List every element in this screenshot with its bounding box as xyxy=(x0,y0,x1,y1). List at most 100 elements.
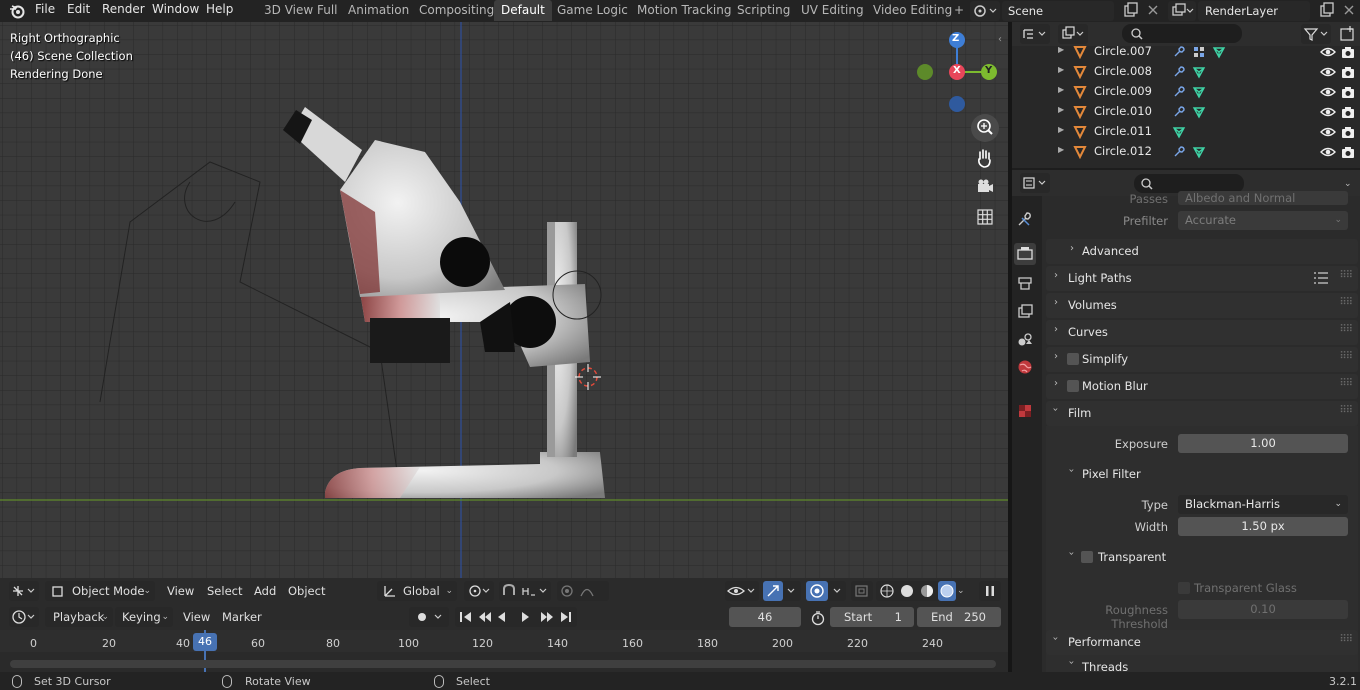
outliner-item-name[interactable]: Circle.007 xyxy=(1094,44,1152,58)
3d-viewport[interactable]: Right Orthographic (46) Scene Collection… xyxy=(0,22,1008,578)
start-frame-field[interactable]: Start 1 xyxy=(830,607,914,627)
display-mode-icon[interactable] xyxy=(1058,24,1088,44)
zoom-icon[interactable] xyxy=(971,114,999,142)
visibility-icon[interactable] xyxy=(725,581,759,601)
filter-type-dropdown[interactable]: Blackman-Harris ⌄ xyxy=(1178,495,1348,514)
film-panel[interactable]: › Film ⠿⠿ xyxy=(1046,401,1358,426)
outliner-search-input[interactable] xyxy=(1122,24,1242,43)
mesh-data-icon[interactable] xyxy=(1192,145,1206,162)
expand-arrow-icon[interactable]: ▶ xyxy=(1058,125,1064,134)
view-layer-tab-icon[interactable] xyxy=(1016,302,1034,320)
end-frame-field[interactable]: End 250 xyxy=(917,607,1001,627)
add-menu[interactable]: Add xyxy=(254,581,276,601)
eye-icon[interactable] xyxy=(1320,85,1336,102)
snap-icon[interactable] xyxy=(499,581,551,601)
eye-icon[interactable] xyxy=(1320,45,1336,62)
volumes-panel[interactable]: › Volumes ⠿⠿ xyxy=(1046,293,1358,318)
editor-type-icon[interactable] xyxy=(9,581,39,601)
modifier-wrench-icon[interactable] xyxy=(1172,85,1186,102)
overlays-toggle-icon[interactable] xyxy=(806,581,846,601)
filter-icon[interactable] xyxy=(1301,24,1331,44)
light-paths-panel[interactable]: › Light Paths ⠿⠿ xyxy=(1046,266,1358,291)
close-view-layer-icon[interactable] xyxy=(1341,1,1357,19)
mesh-data-icon[interactable] xyxy=(1172,125,1186,142)
eye-icon[interactable] xyxy=(1320,125,1336,142)
outliner-item-name[interactable]: Circle.008 xyxy=(1094,64,1152,78)
motion-blur-checkbox[interactable] xyxy=(1067,380,1079,392)
drag-handle-icon[interactable]: ⠿⠿ xyxy=(1339,270,1353,281)
tab-default[interactable]: Default xyxy=(494,0,552,21)
transparent-glass-checkbox[interactable] xyxy=(1178,582,1190,594)
menu-file[interactable]: File xyxy=(35,0,55,22)
modifier-wrench-icon[interactable] xyxy=(1172,65,1186,82)
expand-arrow-icon[interactable]: ▶ xyxy=(1058,65,1064,74)
close-scene-icon[interactable] xyxy=(1145,1,1161,19)
outliner-row[interactable]: ▶ Circle.010 xyxy=(1012,102,1360,122)
outliner-row[interactable]: ▶ Circle.011 xyxy=(1012,122,1360,142)
copy-scene-icon[interactable] xyxy=(1122,1,1140,19)
menu-window[interactable]: Window xyxy=(152,0,199,22)
mesh-data-icon[interactable] xyxy=(1192,105,1206,122)
playback-menu[interactable]: Playback ⌄ xyxy=(45,607,113,627)
outliner-row[interactable]: ▶ Circle.007 xyxy=(1012,42,1360,62)
timeline-scrollbar[interactable] xyxy=(10,660,996,668)
view-layer-field[interactable]: RenderLayer xyxy=(1198,1,1310,21)
drag-handle-icon[interactable]: ⠿⠿ xyxy=(1339,405,1353,416)
modifier-wrench-icon[interactable] xyxy=(1172,45,1186,62)
eye-icon[interactable] xyxy=(1320,105,1336,122)
passes-dropdown[interactable]: Albedo and Normal xyxy=(1178,191,1348,205)
scene-tab-icon[interactable] xyxy=(1016,330,1034,348)
tab-uv-editing[interactable]: UV Editing xyxy=(794,0,871,21)
expand-arrow-icon[interactable]: ▶ xyxy=(1058,145,1064,154)
particles-icon[interactable] xyxy=(1192,45,1206,62)
camera-render-icon[interactable] xyxy=(1341,105,1355,122)
tab-game-logic[interactable]: Game Logic xyxy=(550,0,635,21)
keying-menu[interactable]: Keying ⌄ xyxy=(115,607,173,627)
pan-hand-icon[interactable] xyxy=(975,147,995,169)
drag-handle-icon[interactable]: ⠿⠿ xyxy=(1339,297,1353,308)
outliner-row[interactable]: ▶ Circle.012 xyxy=(1012,142,1360,162)
shading-dropdown-icon[interactable]: ⌄ xyxy=(957,581,965,601)
transparent-checkbox[interactable] xyxy=(1081,551,1093,563)
gizmo-toggle-icon[interactable] xyxy=(763,581,801,601)
drag-handle-icon[interactable]: ⠿⠿ xyxy=(1339,378,1353,389)
copy-view-layer-icon[interactable] xyxy=(1318,1,1336,19)
properties-editor-type-icon[interactable] xyxy=(1020,173,1050,193)
simplify-checkbox[interactable] xyxy=(1067,353,1079,365)
transparent-subpanel[interactable]: › Transparent xyxy=(1046,545,1358,570)
tab-scripting[interactable]: Scripting xyxy=(730,0,797,21)
performance-panel[interactable]: › Performance ⠿⠿ xyxy=(1046,630,1358,655)
presets-list-icon[interactable] xyxy=(1314,272,1328,287)
advanced-subpanel[interactable]: › Advanced xyxy=(1046,239,1358,264)
mesh-data-icon[interactable] xyxy=(1212,45,1226,62)
roughness-threshold-field[interactable]: 0.10 xyxy=(1178,600,1348,619)
eye-icon[interactable] xyxy=(1320,145,1336,162)
modifier-wrench-icon[interactable] xyxy=(1172,145,1186,162)
stopwatch-icon[interactable] xyxy=(810,610,826,626)
timeline-marker-menu[interactable]: Marker xyxy=(222,607,262,627)
texture-tab-icon[interactable] xyxy=(1016,402,1034,420)
xray-toggle-icon[interactable] xyxy=(851,581,873,601)
auto-keying-icon[interactable] xyxy=(409,607,449,627)
pause-render-icon[interactable] xyxy=(979,581,1001,601)
tab-compositing[interactable]: Compositing xyxy=(412,0,501,21)
simplify-panel[interactable]: › Simplify ⠿⠿ xyxy=(1046,347,1358,372)
pixel-filter-subpanel[interactable]: › Pixel Filter xyxy=(1046,462,1358,487)
proportional-editing-icon[interactable] xyxy=(557,581,609,601)
view-layer-selector-icon[interactable] xyxy=(1168,1,1196,21)
camera-view-icon[interactable] xyxy=(975,177,995,197)
output-tab-icon[interactable] xyxy=(1016,274,1034,292)
select-menu[interactable]: Select xyxy=(207,581,242,601)
scene-name-field[interactable]: Scene xyxy=(1002,1,1114,21)
tab-animation[interactable]: Animation xyxy=(341,0,416,21)
drag-handle-icon[interactable]: ⠿⠿ xyxy=(1339,324,1353,335)
tab-motion-tracking[interactable]: Motion Tracking xyxy=(630,0,738,21)
playback-controls[interactable] xyxy=(455,607,577,627)
collapse-arrow-icon[interactable]: ‹ xyxy=(998,34,1002,45)
timeline-editor-type-icon[interactable] xyxy=(9,607,39,627)
menu-edit[interactable]: Edit xyxy=(67,0,90,22)
new-collection-icon[interactable] xyxy=(1338,24,1358,44)
view-menu[interactable]: View xyxy=(167,581,194,601)
current-frame-field[interactable]: 46 xyxy=(729,607,801,627)
expand-arrow-icon[interactable]: ▶ xyxy=(1058,45,1064,54)
